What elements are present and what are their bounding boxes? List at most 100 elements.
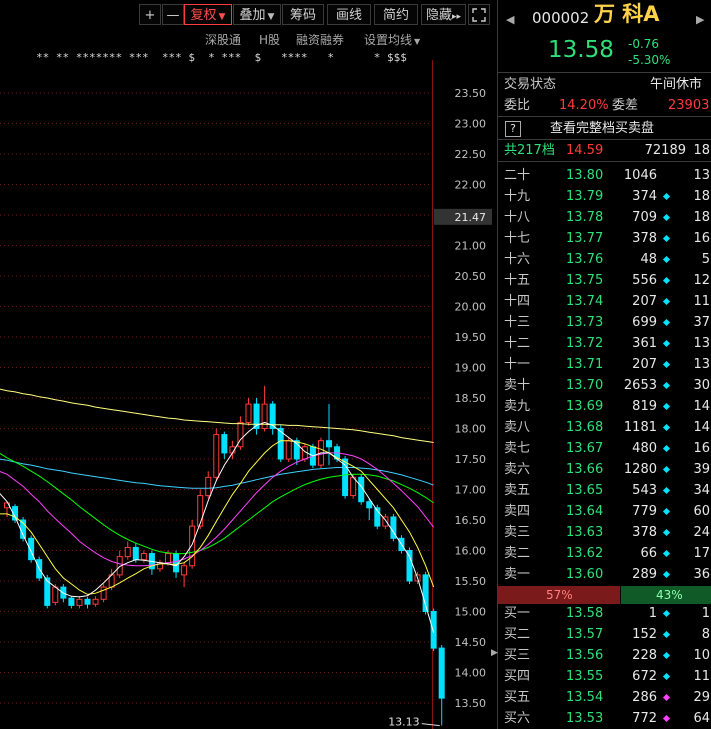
- level-label: 买六: [504, 711, 531, 726]
- order-level-row[interactable]: 买六 13.53 772 64: [498, 708, 711, 729]
- level-change-icon: [662, 693, 671, 702]
- order-level-row[interactable]: 十一 13.71 207 13: [498, 354, 711, 375]
- level-price: 13.73: [566, 315, 604, 330]
- level-price: 13.66: [566, 462, 604, 477]
- order-level-row[interactable]: 买三 13.56 228 10: [498, 645, 711, 666]
- divider: [498, 116, 711, 117]
- level-label: 十三: [504, 315, 531, 330]
- candle-down: [406, 550, 413, 582]
- level-label: 买二: [504, 627, 531, 642]
- draw-line-button[interactable]: 画线: [327, 4, 371, 25]
- candle-up: [245, 403, 252, 423]
- level-price: 13.55: [566, 669, 604, 684]
- total-levels-count: 18: [693, 143, 710, 158]
- order-level-row[interactable]: 卖十 13.70 2653 30: [498, 375, 711, 396]
- trade-status-label: 交易状态: [504, 77, 557, 92]
- collapse-arrow-icon[interactable]: ▶: [491, 648, 498, 662]
- order-level-row[interactable]: 十六 13.76 48 5: [498, 249, 711, 270]
- level-price: 13.60: [566, 567, 604, 582]
- next-arrow-icon[interactable]: ▶: [696, 9, 704, 30]
- level-change-icon: [662, 234, 671, 243]
- level-label: 卖二: [504, 546, 531, 561]
- shengutong-link[interactable]: 深股通: [205, 31, 241, 48]
- order-level-row[interactable]: 买二 13.57 152 8: [498, 624, 711, 645]
- hide-button[interactable]: 隐藏▸▸: [421, 4, 466, 25]
- level-price: 13.64: [566, 504, 604, 519]
- candle-up: [165, 553, 171, 564]
- weibi-label: 委比: [504, 98, 531, 113]
- level-count: 17: [693, 546, 710, 561]
- order-level-row[interactable]: 卖一 13.60 289 36: [498, 564, 711, 585]
- price-tick-label: 21.00: [455, 240, 487, 253]
- order-level-row[interactable]: 二十 13.80 1046 13: [498, 165, 711, 186]
- expand-icon[interactable]: [468, 4, 490, 25]
- price-tick-label: 23.50: [455, 87, 487, 100]
- candle-down: [68, 597, 75, 606]
- price-tick-label: 17.00: [455, 484, 487, 497]
- zoom-out-button[interactable]: —: [162, 4, 184, 25]
- order-level-row[interactable]: 十五 13.75 556 12: [498, 270, 711, 291]
- price-tick-label: 15.00: [455, 606, 487, 619]
- order-level-row[interactable]: 十二 13.72 361 13: [498, 333, 711, 354]
- order-level-row[interactable]: 卖八 13.68 1181 14: [498, 417, 711, 438]
- level-count: 18: [693, 189, 710, 204]
- order-level-row[interactable]: 买一 13.58 1 1: [498, 603, 711, 624]
- candle-down: [221, 434, 228, 454]
- overlay-button[interactable]: 叠加 ▼: [233, 4, 281, 25]
- margin-trading-link[interactable]: 融资融券: [296, 31, 344, 48]
- kline-chart-canvas[interactable]: 23.5023.0022.5022.0021.5021.0020.5020.00…: [0, 60, 495, 729]
- total-levels-row: 共217档 14.59 72189 18: [498, 140, 711, 161]
- ma-settings-link[interactable]: 设置均线 ▼: [364, 31, 420, 48]
- order-level-row[interactable]: 卖七 13.67 480 16: [498, 438, 711, 459]
- level-count: 13: [693, 336, 710, 351]
- order-level-row[interactable]: 十三 13.73 699 37: [498, 312, 711, 333]
- order-level-row[interactable]: 十四 13.74 207 11: [498, 291, 711, 312]
- chart-toolbar: + — 复权 ▼ 叠加 ▼ 筹码 画线 简约 隐藏▸▸: [0, 0, 495, 28]
- fuquan-button[interactable]: 复权 ▼: [184, 4, 232, 25]
- chips-button[interactable]: 筹码: [282, 4, 324, 25]
- candle-up: [350, 476, 357, 497]
- level-volume: 207: [632, 357, 657, 372]
- candle-down: [326, 440, 332, 448]
- level-count: 14: [693, 420, 710, 435]
- level-volume: 1: [648, 606, 657, 621]
- price-tick-label: 20.00: [455, 301, 487, 314]
- help-icon[interactable]: ?: [505, 121, 521, 137]
- order-level-row[interactable]: 十九 13.79 374 18: [498, 186, 711, 207]
- order-level-row[interactable]: 卖四 13.64 779 60: [498, 501, 711, 522]
- divider: [498, 72, 711, 73]
- price-tick-label: 14.00: [455, 667, 487, 680]
- level-label: 卖八: [504, 420, 531, 435]
- level-label: 卖三: [504, 525, 531, 540]
- hshare-link[interactable]: H股: [259, 31, 280, 48]
- order-level-row[interactable]: 买四 13.55 672 11: [498, 666, 711, 687]
- order-level-row[interactable]: 卖三 13.63 378 24: [498, 522, 711, 543]
- level-count: 8: [701, 627, 710, 642]
- order-level-row[interactable]: 卖二 13.62 66 17: [498, 543, 711, 564]
- level-count: 5: [701, 252, 710, 267]
- price-change-pct: -5.30%: [628, 53, 671, 67]
- candle-down: [84, 598, 91, 605]
- level-change-icon: [662, 507, 671, 516]
- order-level-row[interactable]: 卖五 13.65 543 34: [498, 480, 711, 501]
- level-label: 十五: [504, 273, 531, 288]
- simple-mode-button[interactable]: 简约: [374, 4, 418, 25]
- zoom-in-button[interactable]: +: [139, 4, 161, 25]
- full-book-link[interactable]: 查看完整档买卖盘: [550, 118, 654, 139]
- level-volume: 779: [632, 504, 657, 519]
- order-level-row[interactable]: 十八 13.78 709 18: [498, 207, 711, 228]
- level-volume: 286: [632, 690, 657, 705]
- order-level-row[interactable]: 买五 13.54 286 29: [498, 687, 711, 708]
- order-level-row[interactable]: 十七 13.77 378 16: [498, 228, 711, 249]
- prev-arrow-icon[interactable]: ◀: [506, 9, 514, 30]
- kline-chart-panel[interactable]: + — 复权 ▼ 叠加 ▼ 筹码 画线 简约 隐藏▸▸ 深股通 H股 融资融券 设置…: [0, 0, 495, 729]
- full-book-row[interactable]: ? 查看完整档买卖盘: [498, 118, 711, 139]
- level-volume: 48: [640, 252, 657, 267]
- price-tick-label: 13.50: [455, 697, 487, 710]
- price-tick-label: 14.50: [455, 636, 487, 649]
- price-row: 13.58 -0.76 -5.30%: [498, 36, 711, 70]
- level-change-icon: [662, 465, 671, 474]
- order-level-row[interactable]: 卖九 13.69 819 14: [498, 396, 711, 417]
- level-volume: 1280: [623, 462, 657, 477]
- order-level-row[interactable]: 卖六 13.66 1280 39: [498, 459, 711, 480]
